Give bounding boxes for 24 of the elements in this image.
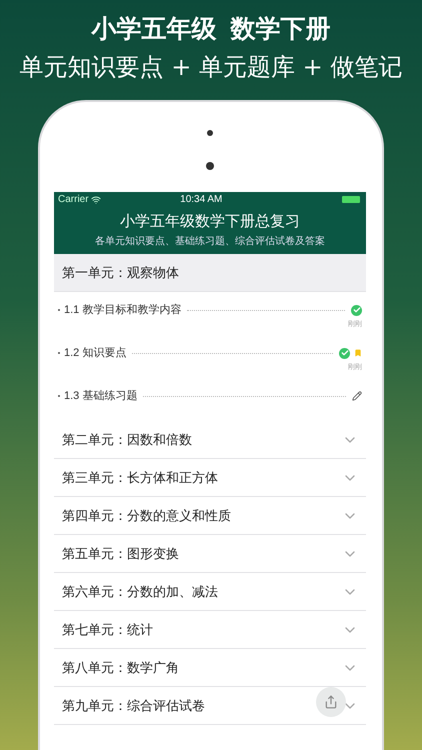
unit-label: 第四单元：分数的意义和性质 — [62, 506, 231, 525]
lesson-label: 1.3 基础练习题 — [64, 388, 138, 404]
lesson-label: 1.1 教学目标和教学内容 — [64, 302, 182, 318]
unit-label: 第九单元：综合评估试卷 — [62, 696, 205, 715]
lesson-label: 1.2 知识要点 — [64, 346, 126, 361]
carrier-label: Carrier — [58, 193, 89, 207]
unit-label: 第六单元：分数的加、减法 — [62, 582, 218, 601]
lesson-row[interactable]: 1.3 基础练习题 — [54, 378, 366, 421]
unit-label: 第五单元：图形变换 — [62, 544, 179, 563]
unit-label: 第二单元：因数和倍数 — [62, 430, 192, 449]
unit-label: 第八单元：数学广角 — [62, 658, 179, 677]
battery-icon — [342, 196, 360, 203]
headline-subtitle: 单元知识要点 + 单元题库 + 做笔记 — [20, 52, 402, 82]
unit-row[interactable]: 第一单元：观察物体 — [54, 254, 366, 292]
unit-label: 第七单元：统计 — [62, 620, 153, 639]
header-subtitle: 各单元知识要点、基础练习题、综合评估试卷及答案 — [94, 235, 326, 248]
status-time: 10:34 AM — [179, 193, 224, 207]
pencil-icon[interactable] — [352, 391, 362, 401]
unit-label: 第三单元：长方体和正方体 — [62, 468, 218, 487]
headline-title: 小学五年级 数学下册 — [92, 14, 330, 44]
wifi-icon — [90, 194, 101, 204]
share-icon — [324, 695, 338, 709]
header-title: 小学五年级数学下册总复习 — [119, 213, 301, 231]
unit-label: 第一单元：观察物体 — [62, 264, 179, 282]
